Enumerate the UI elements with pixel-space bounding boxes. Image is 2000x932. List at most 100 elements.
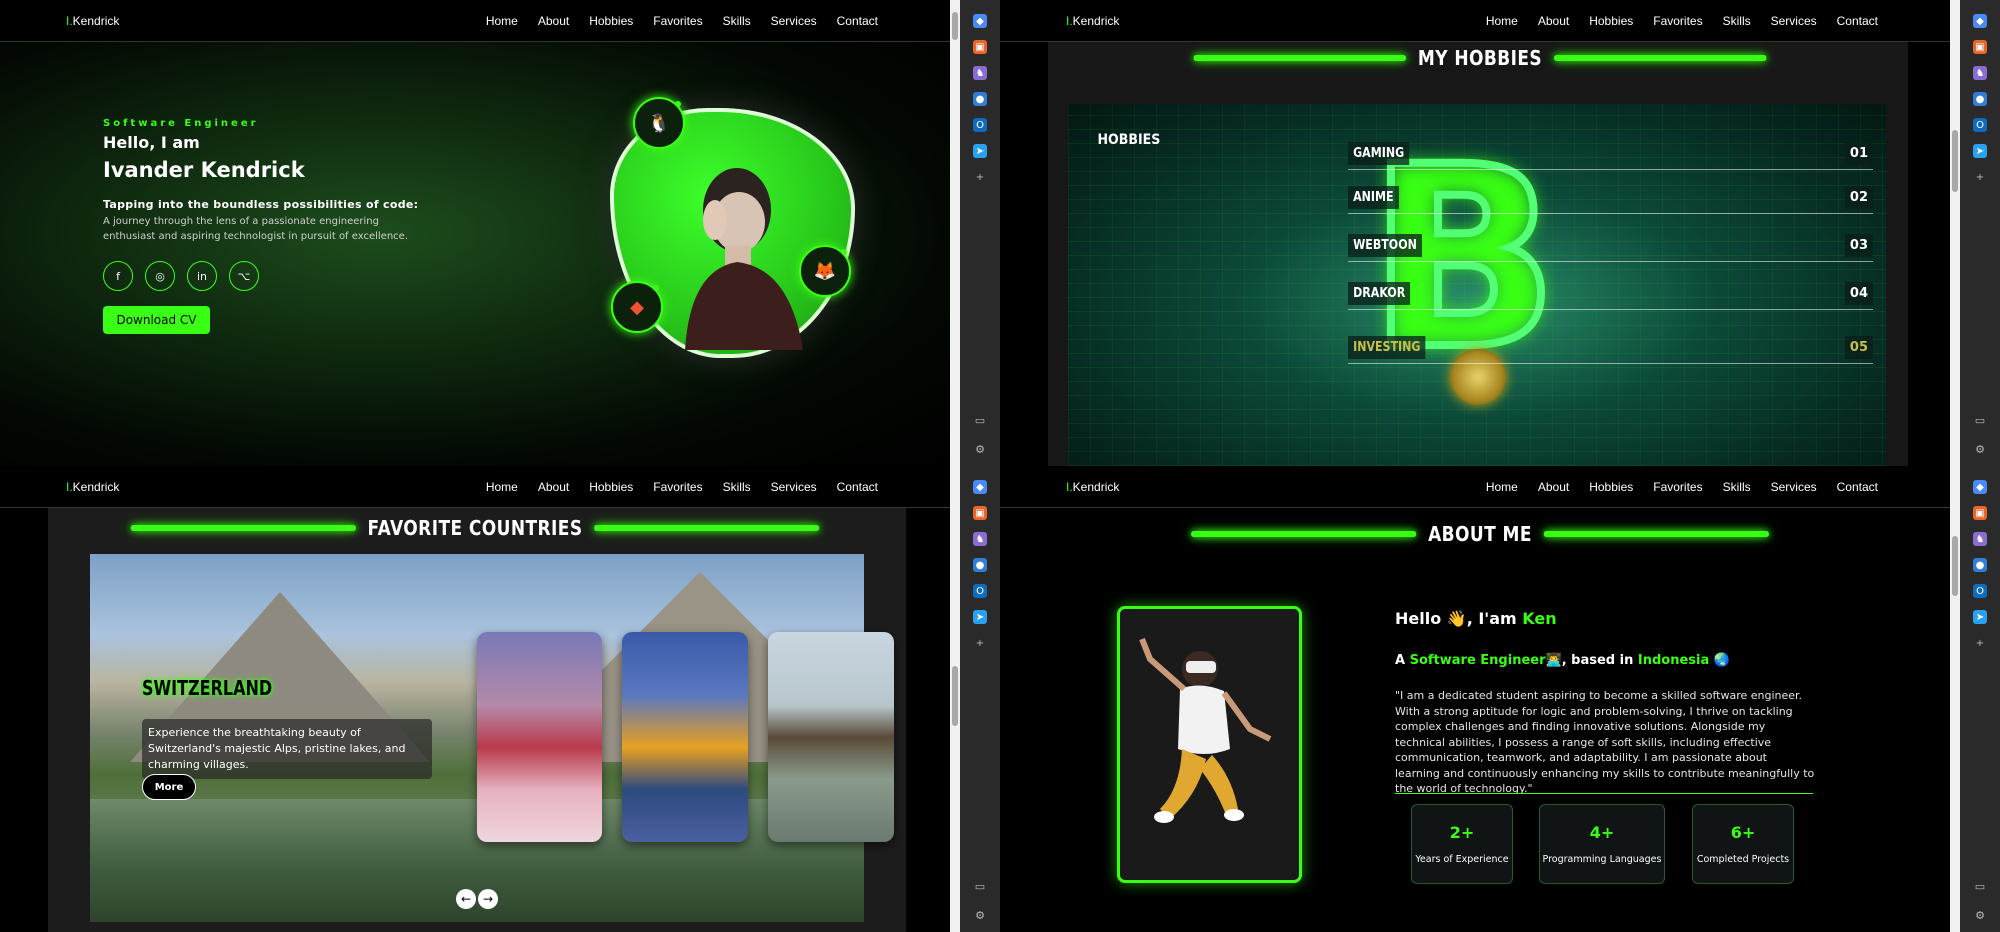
hero-headline: Tapping into the boundless possibilities…	[103, 198, 419, 211]
facebook-icon[interactable]: f	[103, 261, 133, 291]
next-arrow-button[interactable]: →	[478, 889, 498, 909]
hobby-row[interactable]: ANIME 02	[1348, 170, 1873, 214]
git-icon: ◆	[611, 281, 663, 333]
nav-about[interactable]: About	[538, 14, 569, 28]
nav-services[interactable]: Services	[771, 14, 817, 28]
nav-favorites[interactable]: Favorites	[653, 14, 702, 28]
screen-icon[interactable]: ▭	[975, 880, 985, 893]
gitlab-icon: 🦊	[799, 245, 851, 297]
navbar: I.Kendrick Home About Hobbies Favorites …	[1000, 0, 1950, 42]
add-icon[interactable]: +	[973, 170, 987, 184]
nav-favorites[interactable]: Favorites	[653, 480, 702, 494]
hobbies-section-title: MY HOBBIES	[1174, 46, 1786, 70]
navbar: I.Kendrick Home About Hobbies Favorites …	[0, 466, 950, 508]
toolbox-icon[interactable]: ▣	[1973, 40, 1987, 54]
nav-services[interactable]: Services	[1771, 480, 1817, 494]
scrollbar[interactable]	[950, 0, 960, 466]
toolbox-icon[interactable]: ▣	[973, 40, 987, 54]
tag-icon[interactable]: ◆	[973, 480, 987, 494]
add-icon[interactable]: +	[973, 636, 987, 650]
chess-icon[interactable]: ♞	[1973, 532, 1987, 546]
nav-favorites[interactable]: Favorites	[1653, 480, 1702, 494]
screen-icon[interactable]: ▭	[1975, 414, 1985, 427]
add-icon[interactable]: +	[1973, 636, 1987, 650]
chess-icon[interactable]: ♞	[973, 66, 987, 80]
send-icon[interactable]: ➤	[973, 610, 987, 624]
nav-services[interactable]: Services	[1771, 14, 1817, 28]
copilot-icon[interactable]: ●	[1973, 92, 1987, 106]
gear-icon[interactable]: ⚙	[1975, 443, 1985, 456]
nav-hobbies[interactable]: Hobbies	[589, 480, 633, 494]
instagram-icon[interactable]: ◎	[145, 261, 175, 291]
hobby-row[interactable]: WEBTOON 03	[1348, 214, 1873, 262]
country-card-japan[interactable]	[477, 632, 602, 842]
screen-icon[interactable]: ▭	[975, 414, 985, 427]
nav-about[interactable]: About	[1538, 14, 1569, 28]
copilot-icon[interactable]: ●	[973, 558, 987, 572]
site-logo[interactable]: I.Kendrick	[1066, 480, 1119, 494]
outlook-icon[interactable]: O	[973, 118, 987, 132]
nav-home[interactable]: Home	[1486, 480, 1518, 494]
nav-contact[interactable]: Contact	[837, 14, 878, 28]
scrollbar[interactable]	[1950, 0, 1960, 466]
outlook-icon[interactable]: O	[1973, 584, 1987, 598]
screen-icon[interactable]: ▭	[1975, 880, 1985, 893]
github-icon[interactable]: ⌥	[229, 261, 259, 291]
nav-contact[interactable]: Contact	[1837, 480, 1878, 494]
about-description: "I am a dedicated student aspiring to be…	[1395, 689, 1815, 795]
country-card-indonesia[interactable]	[768, 632, 894, 842]
about-section-title: ABOUT ME	[1166, 522, 1795, 546]
nav-about[interactable]: About	[538, 480, 569, 494]
send-icon[interactable]: ➤	[1973, 610, 1987, 624]
nav-skills[interactable]: Skills	[1723, 480, 1751, 494]
gear-icon[interactable]: ⚙	[975, 909, 985, 922]
nav-home[interactable]: Home	[1486, 14, 1518, 28]
featured-country-title: SWITZERLAND	[142, 676, 273, 700]
toolbox-icon[interactable]: ▣	[973, 506, 987, 520]
site-logo[interactable]: I.Kendrick	[1066, 14, 1119, 28]
hobbies-panel-title: HOBBIES	[1097, 132, 1161, 148]
outlook-icon[interactable]: O	[973, 584, 987, 598]
nav-home[interactable]: Home	[486, 480, 518, 494]
site-logo[interactable]: I.Kendrick	[66, 14, 119, 28]
nav-favorites[interactable]: Favorites	[1653, 14, 1702, 28]
hobby-row[interactable]: INVESTING 05	[1348, 310, 1873, 364]
favorites-section-title: FAVORITE COUNTRIES	[122, 516, 828, 540]
add-icon[interactable]: +	[1973, 170, 1987, 184]
toolbox-icon[interactable]: ▣	[1973, 506, 1987, 520]
nav-home[interactable]: Home	[486, 14, 518, 28]
send-icon[interactable]: ➤	[1973, 144, 1987, 158]
download-cv-button[interactable]: Download CV	[103, 306, 210, 334]
nav-services[interactable]: Services	[771, 480, 817, 494]
nav-contact[interactable]: Contact	[837, 480, 878, 494]
scrollbar[interactable]	[950, 466, 960, 932]
linux-icon: 🐧	[633, 97, 685, 149]
nav-hobbies[interactable]: Hobbies	[1589, 480, 1633, 494]
nav-hobbies[interactable]: Hobbies	[589, 14, 633, 28]
tag-icon[interactable]: ◆	[1973, 480, 1987, 494]
gear-icon[interactable]: ⚙	[975, 443, 985, 456]
chess-icon[interactable]: ♞	[973, 532, 987, 546]
chess-icon[interactable]: ♞	[1973, 66, 1987, 80]
nav-about[interactable]: About	[1538, 480, 1569, 494]
send-icon[interactable]: ➤	[973, 144, 987, 158]
nav-skills[interactable]: Skills	[723, 14, 751, 28]
copilot-icon[interactable]: ●	[1973, 558, 1987, 572]
scrollbar[interactable]	[1950, 466, 1960, 932]
nav-skills[interactable]: Skills	[1723, 14, 1751, 28]
tag-icon[interactable]: ◆	[1973, 14, 1987, 28]
hobby-row[interactable]: GAMING 01	[1348, 124, 1873, 170]
linkedin-icon[interactable]: in	[187, 261, 217, 291]
nav-hobbies[interactable]: Hobbies	[1589, 14, 1633, 28]
country-card-singapore[interactable]	[622, 632, 748, 842]
gear-icon[interactable]: ⚙	[1975, 909, 1985, 922]
more-button[interactable]: More	[142, 774, 196, 800]
outlook-icon[interactable]: O	[1973, 118, 1987, 132]
site-logo[interactable]: I.Kendrick	[66, 480, 119, 494]
copilot-icon[interactable]: ●	[973, 92, 987, 106]
nav-contact[interactable]: Contact	[1837, 14, 1878, 28]
nav-skills[interactable]: Skills	[723, 480, 751, 494]
prev-arrow-button[interactable]: ←	[456, 889, 476, 909]
tag-icon[interactable]: ◆	[973, 14, 987, 28]
hobby-row[interactable]: DRAKOR 04	[1348, 262, 1873, 310]
